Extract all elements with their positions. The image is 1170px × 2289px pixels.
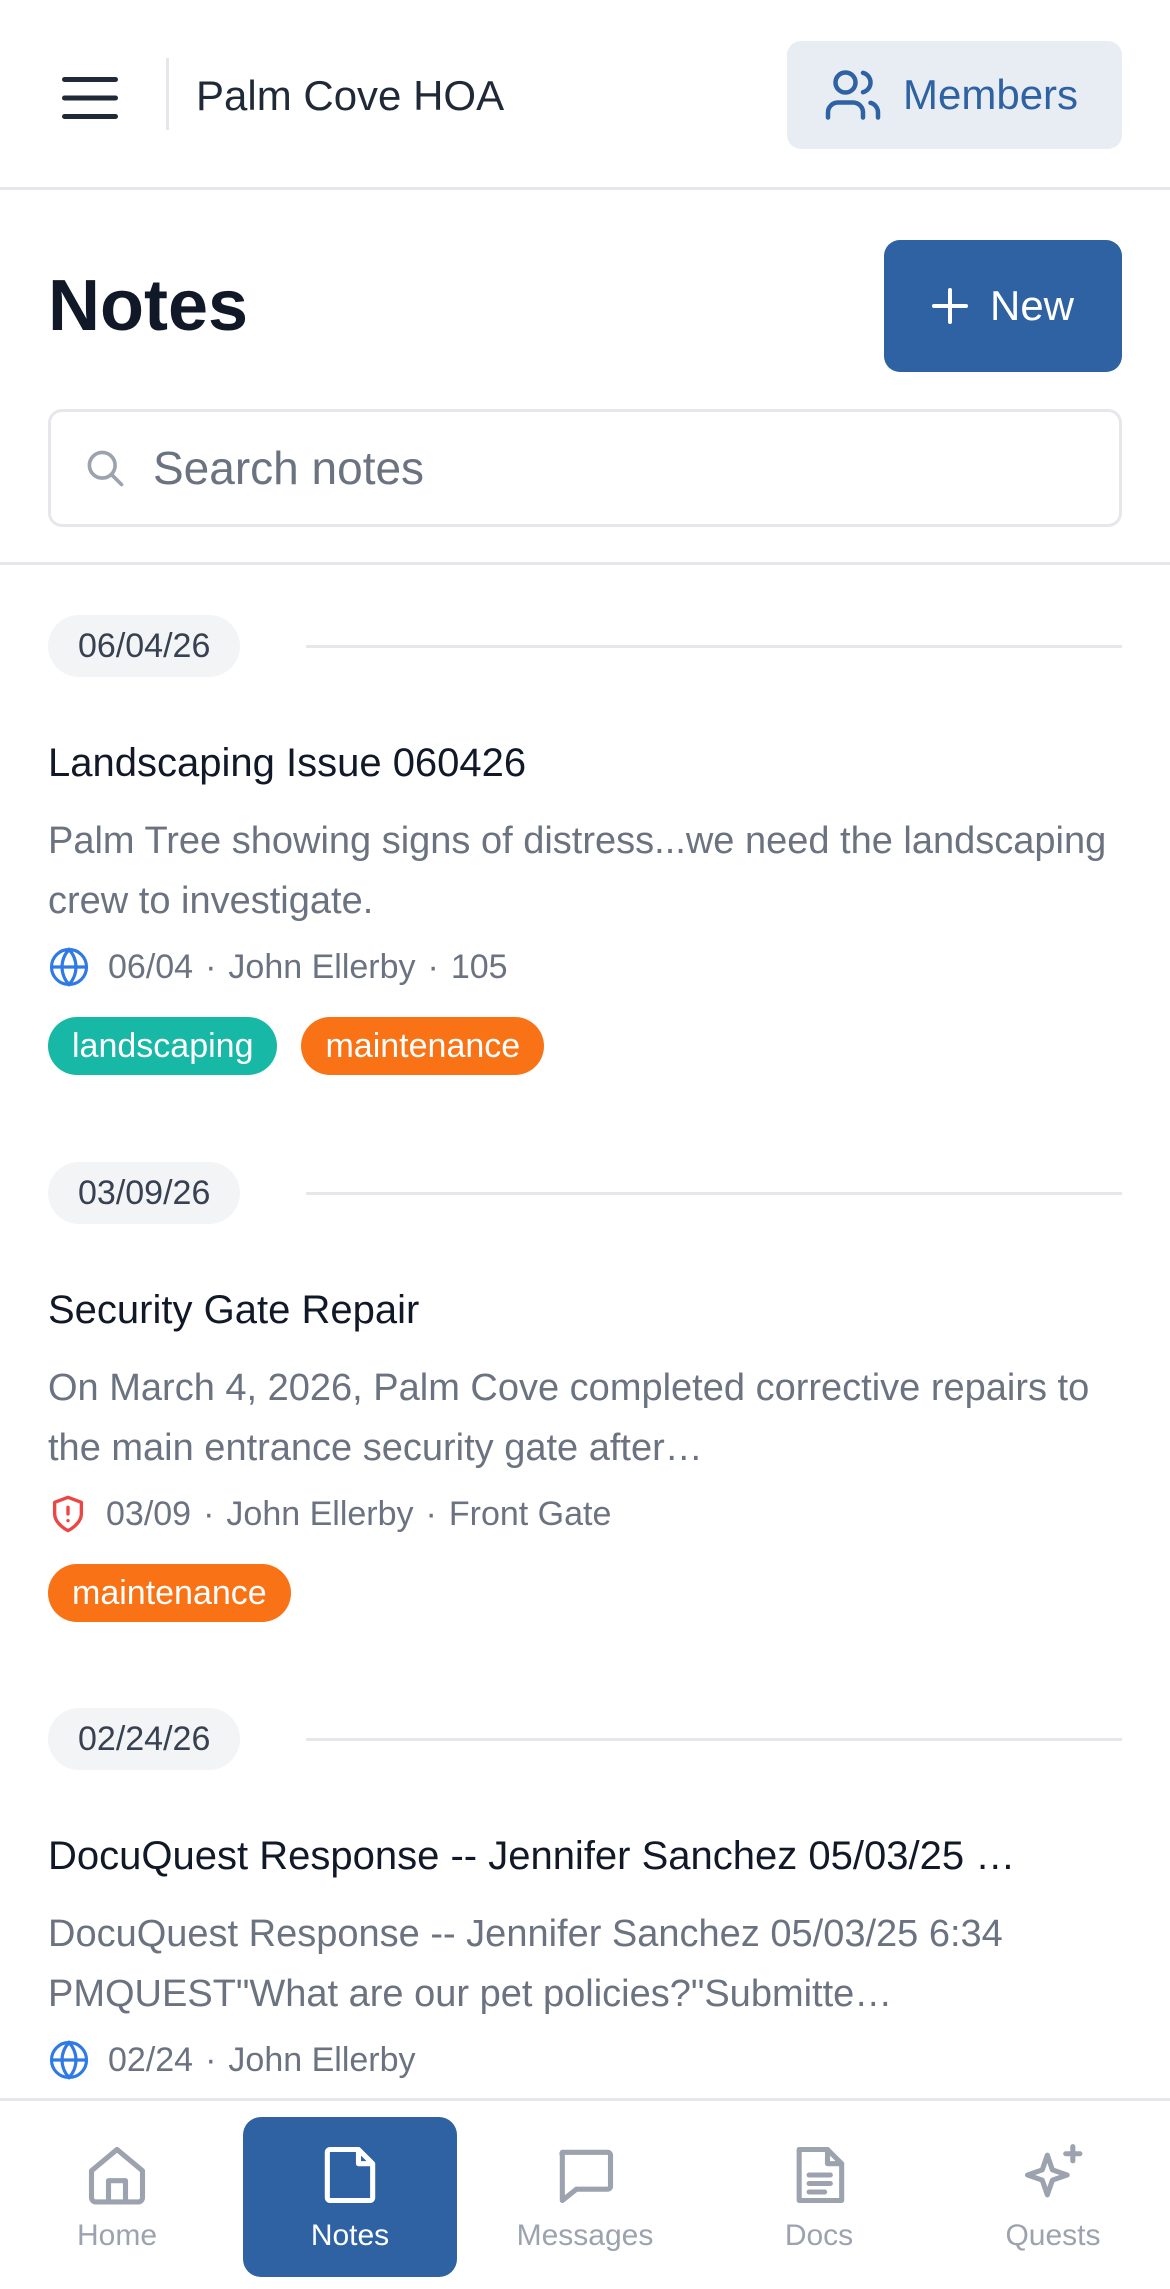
sparkle-icon xyxy=(1024,2144,1083,2198)
globe-icon xyxy=(49,2040,89,2080)
note-excerpt: Palm Tree showing signs of distress...we… xyxy=(48,820,1107,922)
home-icon xyxy=(88,2146,146,2205)
top-bar: Palm Cove HOA Members xyxy=(0,0,1170,190)
plus-icon xyxy=(931,288,968,324)
note-date: 06/04 xyxy=(108,947,194,986)
date-group-header: 03/09/26 xyxy=(48,1162,1122,1224)
note-tags: landscaping maintenance xyxy=(48,1017,1122,1075)
nav-item-messages[interactable]: Messages xyxy=(478,2117,692,2277)
page-title: Notes xyxy=(48,266,249,346)
tag-landscaping[interactable]: landscaping xyxy=(48,1017,278,1075)
note-excerpt: On March 4, 2026, Palm Cove completed co… xyxy=(48,1367,1090,1469)
note-author: John Ellerby xyxy=(226,1494,414,1533)
note-meta: 02/24 · John Ellerby xyxy=(48,2038,1122,2082)
note-meta: 03/09 · John Ellerby · Front Gate xyxy=(48,1492,1122,1536)
members-button[interactable]: Members xyxy=(787,41,1122,149)
nav-item-home[interactable]: Home xyxy=(10,2117,224,2277)
nav-item-docs[interactable]: Docs xyxy=(712,2117,926,2277)
note-author: John Ellerby xyxy=(228,2040,416,2079)
note-title: DocuQuest Response -- Jennifer Sanchez 0… xyxy=(48,1834,1016,1878)
note-date: 03/09 xyxy=(106,1494,192,1533)
tag-maintenance[interactable]: maintenance xyxy=(48,1564,291,1622)
note-location: 105 xyxy=(450,947,508,986)
menu-button[interactable] xyxy=(48,58,132,138)
app-root: Palm Cove HOA Members Notes New Search n… xyxy=(0,0,1170,2289)
note-date: 02/24 xyxy=(108,2040,194,2079)
note-item[interactable]: Security Gate Repair On March 4, 2026, P… xyxy=(48,1284,1122,1622)
nav-item-quests[interactable]: Quests xyxy=(946,2117,1160,2277)
meta-separator: · xyxy=(203,1494,215,1533)
date-divider-line xyxy=(306,1738,1122,1741)
meta-separator: · xyxy=(425,1494,437,1533)
meta-separator: · xyxy=(205,947,217,986)
new-note-button[interactable]: New xyxy=(884,240,1122,372)
date-pill: 03/09/26 xyxy=(48,1162,241,1224)
date-divider-line xyxy=(306,645,1122,648)
note-excerpt: DocuQuest Response -- Jennifer Sanchez 0… xyxy=(48,1913,1003,2015)
search-box[interactable] xyxy=(48,409,1122,527)
notes-list[interactable]: 06/04/26 Landscaping Issue 060426 Palm T… xyxy=(0,565,1170,2100)
search-icon xyxy=(87,450,124,487)
nav-label: Quests xyxy=(1005,2219,1101,2252)
note-tags: maintenance xyxy=(48,1564,1122,1622)
note-icon xyxy=(324,2146,376,2204)
document-icon xyxy=(796,2146,845,2204)
hamburger-menu-icon xyxy=(62,77,118,119)
header-divider xyxy=(166,58,169,130)
new-note-button-label: New xyxy=(989,282,1075,329)
nav-label: Home xyxy=(76,2219,158,2252)
date-pill: 02/24/26 xyxy=(48,1708,241,1770)
nav-label: Docs xyxy=(784,2219,854,2252)
shield-alert-icon xyxy=(53,1495,84,1533)
date-group-header: 06/04/26 xyxy=(48,615,1122,677)
date-divider-line xyxy=(306,1192,1122,1195)
note-item[interactable]: Landscaping Issue 060426 Palm Tree showi… xyxy=(48,737,1122,1075)
globe-icon xyxy=(49,947,89,987)
message-icon xyxy=(559,2149,614,2204)
bottom-nav: Home Notes Messages Docs Quests xyxy=(0,2098,1170,2289)
meta-separator: · xyxy=(205,2040,217,2079)
nav-item-notes[interactable]: Notes xyxy=(243,2117,457,2277)
note-title: Landscaping Issue 060426 xyxy=(48,741,527,785)
app-title: Palm Cove HOA xyxy=(196,72,505,119)
note-location: Front Gate xyxy=(448,1494,612,1533)
note-item[interactable]: DocuQuest Response -- Jennifer Sanchez 0… xyxy=(48,1830,1122,2082)
nav-label: Notes xyxy=(310,2219,390,2252)
members-button-label: Members xyxy=(903,71,1079,118)
users-icon xyxy=(825,70,881,120)
search-input[interactable] xyxy=(153,441,1053,495)
nav-label: Messages xyxy=(516,2219,654,2252)
note-author: John Ellerby xyxy=(228,947,416,986)
date-group-header: 02/24/26 xyxy=(48,1708,1122,1770)
note-meta: 06/04 · John Ellerby · 105 xyxy=(48,945,1122,989)
note-title: Security Gate Repair xyxy=(48,1288,420,1332)
date-pill: 06/04/26 xyxy=(48,615,241,677)
meta-separator: · xyxy=(427,947,439,986)
tag-maintenance[interactable]: maintenance xyxy=(301,1017,545,1075)
